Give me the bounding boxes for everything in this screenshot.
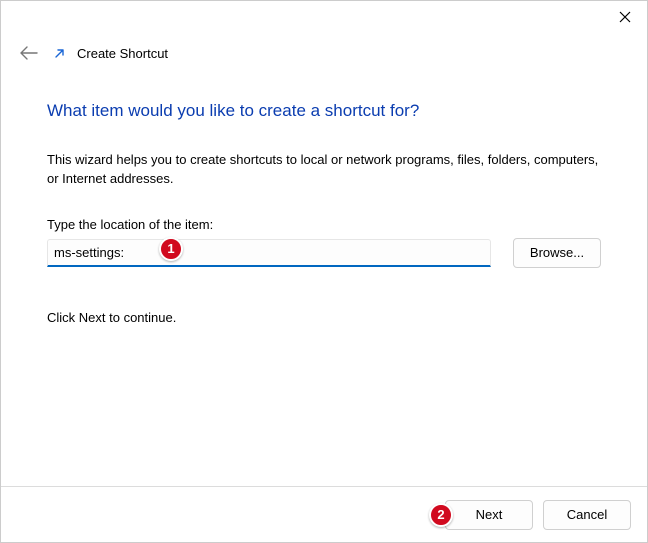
continue-hint: Click Next to continue. — [47, 310, 601, 325]
wizard-footer: 2 Next Cancel — [1, 486, 647, 542]
wizard-content: What item would you like to create a sho… — [1, 73, 647, 325]
close-button[interactable] — [603, 1, 647, 33]
page-heading: What item would you like to create a sho… — [47, 101, 601, 121]
next-button-wrap: 2 Next — [445, 500, 533, 530]
wizard-header: Create Shortcut — [1, 37, 647, 73]
location-label: Type the location of the item: — [47, 217, 601, 232]
description-text: This wizard helps you to create shortcut… — [47, 151, 601, 189]
location-row: Browse... 1 — [47, 238, 601, 268]
callout-badge-2: 2 — [429, 503, 453, 527]
next-button[interactable]: Next — [445, 500, 533, 530]
back-button[interactable] — [19, 43, 39, 63]
shortcut-icon — [53, 46, 67, 60]
close-icon — [619, 11, 631, 23]
titlebar — [1, 1, 647, 37]
location-input[interactable] — [47, 239, 491, 267]
browse-button[interactable]: Browse... — [513, 238, 601, 268]
arrow-left-icon — [20, 46, 38, 60]
wizard-title: Create Shortcut — [77, 46, 168, 61]
cancel-button[interactable]: Cancel — [543, 500, 631, 530]
callout-badge-1: 1 — [159, 237, 183, 261]
